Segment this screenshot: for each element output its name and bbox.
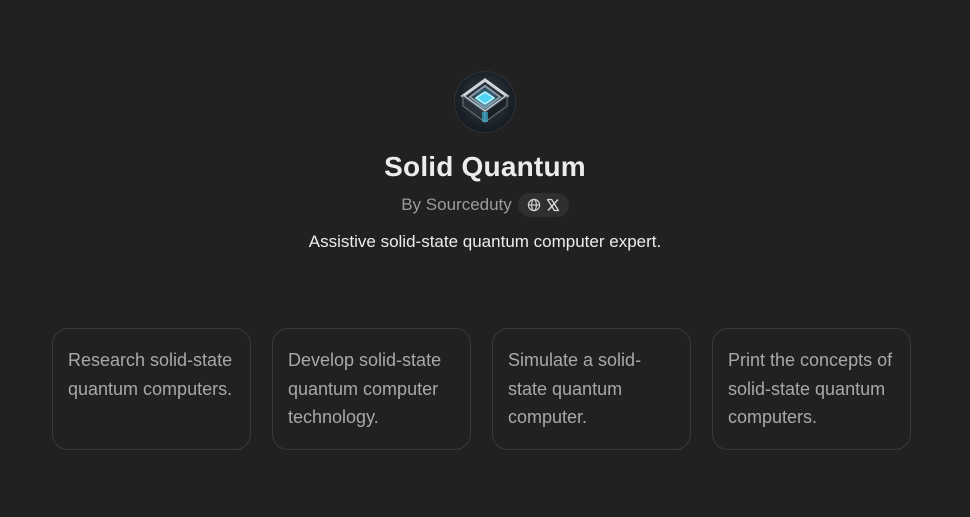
starter-card[interactable]: Simulate a solid-state quantum computer. bbox=[492, 328, 691, 450]
gpt-description: Assistive solid-state quantum computer e… bbox=[308, 232, 662, 251]
author-row: By Sourceduty bbox=[401, 193, 569, 217]
starter-text: Simulate a solid-state quantum computer. bbox=[508, 350, 642, 427]
starter-card[interactable]: Research solid-state quantum computers. bbox=[52, 328, 251, 450]
globe-icon[interactable] bbox=[527, 198, 541, 212]
gpt-header: Solid Quantum By Sourceduty Assistive so… bbox=[0, 72, 970, 253]
x-logo-icon[interactable] bbox=[546, 198, 560, 212]
starter-card[interactable]: Develop solid-state quantum computer tec… bbox=[272, 328, 471, 450]
starter-text: Print the concepts of solid-state quantu… bbox=[728, 350, 893, 427]
starter-text: Research solid-state quantum computers. bbox=[68, 350, 233, 399]
gpt-intro-page: Solid Quantum By Sourceduty Assistive so… bbox=[0, 0, 970, 517]
author-label: By Sourceduty bbox=[401, 195, 512, 214]
gpt-title: Solid Quantum bbox=[384, 151, 586, 182]
layered-cube-logo-icon bbox=[455, 72, 515, 132]
conversation-starters: Research solid-state quantum computers. … bbox=[52, 328, 911, 450]
starter-text: Develop solid-state quantum computer tec… bbox=[288, 350, 442, 427]
social-links bbox=[517, 193, 569, 217]
starter-card[interactable]: Print the concepts of solid-state quantu… bbox=[712, 328, 911, 450]
